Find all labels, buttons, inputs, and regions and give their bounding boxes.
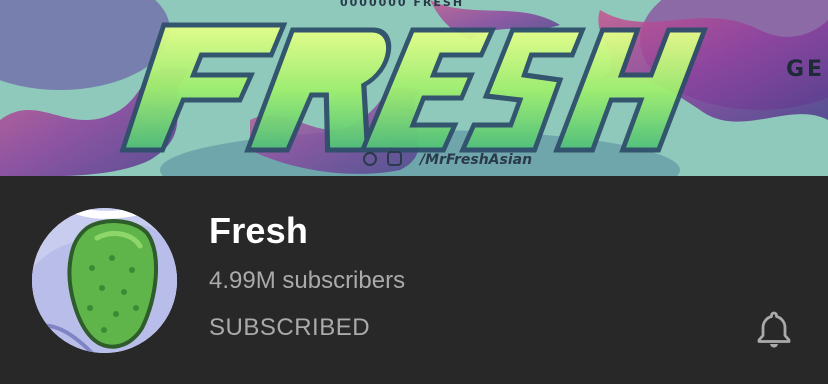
svg-text:G: G	[786, 57, 804, 82]
banner-top-text: 0000000 FRESH	[340, 0, 464, 9]
subscriber-count: 4.99M subscribers	[209, 267, 406, 294]
bell-icon	[757, 311, 791, 348]
channel-page: 0000000 FRESH /MrFreshAsian G E Fresh 4.…	[0, 0, 828, 384]
banner-social-handle: /MrFreshAsian	[418, 152, 532, 168]
pickle-avatar-icon	[32, 208, 177, 353]
channel-avatar[interactable]	[32, 208, 177, 353]
svg-text:E: E	[807, 57, 822, 82]
channel-banner: 0000000 FRESH /MrFreshAsian G E	[0, 0, 828, 176]
channel-header: Fresh 4.99M subscribers SUBSCRIBED	[0, 176, 828, 384]
notification-bell-button[interactable]	[752, 306, 796, 352]
banner-art: 0000000 FRESH /MrFreshAsian G E	[0, 0, 828, 176]
subscribed-button[interactable]: SUBSCRIBED	[209, 314, 370, 342]
channel-name[interactable]: Fresh	[209, 210, 308, 252]
